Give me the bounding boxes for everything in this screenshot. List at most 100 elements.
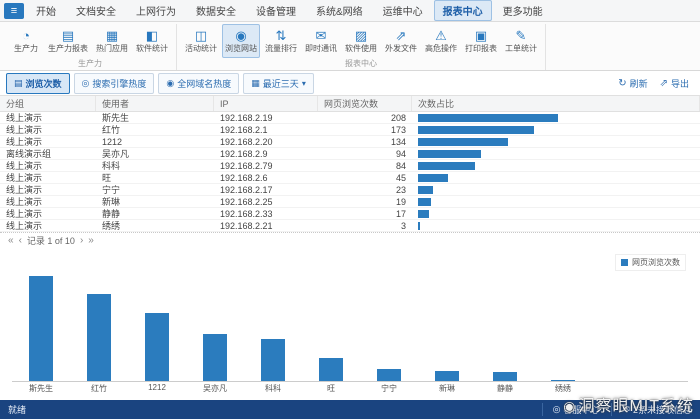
export-button[interactable]: ⇗导出 bbox=[655, 74, 694, 93]
ratio-bar bbox=[418, 138, 508, 146]
cell-count: 3 bbox=[318, 221, 412, 231]
app-menu-button[interactable]: ≡ bbox=[4, 3, 24, 19]
instant-message-icon: ✉ bbox=[316, 28, 327, 43]
col-header-count[interactable]: 网页浏览次数 bbox=[318, 96, 412, 111]
time-filter-dropdown[interactable]: ▦ 最近三天 ▾ bbox=[243, 73, 314, 94]
status-item[interactable]: ✉2条未接收信息 bbox=[611, 403, 692, 416]
ribbon-button[interactable]: ⚠高危操作 bbox=[422, 24, 460, 58]
toolbar-actions: ↻刷新⇗导出 bbox=[613, 74, 694, 93]
col-header-ip[interactable]: IP bbox=[214, 96, 318, 111]
ribbon-button[interactable]: ▣打印报表 bbox=[462, 24, 500, 58]
next-page-button[interactable]: › bbox=[80, 235, 83, 246]
ribbon-button[interactable]: ⇅流量排行 bbox=[262, 24, 300, 58]
subtab-button[interactable]: ◎搜索引擎热度 bbox=[74, 73, 155, 94]
ribbon-button[interactable]: ▦热门应用 bbox=[93, 24, 131, 58]
col-header-user[interactable]: 使用者 bbox=[96, 96, 214, 111]
ribbon-button-label: 软件统计 bbox=[136, 43, 168, 54]
cell-ratio-bar bbox=[412, 150, 700, 158]
status-item-icon: ◎ bbox=[553, 404, 561, 415]
subtabs: ▤浏览次数◎搜索引擎热度◉全网域名热度 bbox=[6, 73, 239, 94]
ribbon-button[interactable]: ◧软件统计 bbox=[133, 24, 171, 58]
ribbon-groups: ◔生产力▤生产力报表▦热门应用◧软件统计生产力◫活动统计◉浏览网站⇅流量排行✉即… bbox=[0, 22, 700, 71]
ratio-bar bbox=[418, 114, 558, 122]
table-header: 分组 使用者 IP 网页浏览次数 次数占比 bbox=[0, 96, 700, 112]
productivity-report-icon: ▤ bbox=[62, 28, 74, 43]
chart-bar[interactable] bbox=[261, 339, 285, 381]
software-usage-icon: ▨ bbox=[355, 28, 367, 43]
refresh-button[interactable]: ↻刷新 bbox=[613, 74, 652, 93]
ribbon-tab[interactable]: 文档安全 bbox=[67, 0, 125, 21]
ribbon-tab[interactable]: 上网行为 bbox=[127, 0, 185, 21]
chart-legend: 网页浏览次数 bbox=[615, 254, 686, 271]
pagination-text: 记录 1 of 10 bbox=[27, 234, 75, 247]
cell-count: 94 bbox=[318, 149, 412, 159]
ratio-bar bbox=[418, 186, 433, 194]
cell-ratio-bar bbox=[412, 198, 700, 206]
table-row[interactable]: 线上演示绣绣192.168.2.213 bbox=[0, 220, 700, 232]
chart-plot-area: 斯先生红竹1212吴亦凡科科旺宁宁新琳静静绣绣 bbox=[12, 270, 688, 382]
chart-x-label: 1212 bbox=[148, 383, 166, 392]
col-header-ratio[interactable]: 次数占比 bbox=[412, 96, 700, 111]
cell-count: 23 bbox=[318, 185, 412, 195]
chart-bar-slot: 绣绣 bbox=[534, 270, 592, 381]
subtab-button[interactable]: ▤浏览次数 bbox=[6, 73, 70, 94]
ribbon-tab[interactable]: 系统&网络 bbox=[307, 0, 372, 21]
cell-ratio-bar bbox=[412, 186, 700, 194]
col-header-group[interactable]: 分组 bbox=[0, 96, 96, 111]
ribbon-group: ◫活动统计◉浏览网站⇅流量排行✉即时通讯▨软件使用⇗外发文件⚠高危操作▣打印报表… bbox=[177, 24, 546, 70]
ratio-bar bbox=[418, 150, 481, 158]
chart-bar[interactable] bbox=[87, 294, 111, 381]
action-label: 导出 bbox=[671, 77, 689, 90]
cell-ip: 192.168.2.79 bbox=[214, 161, 318, 171]
ribbon-button-label: 生产力 bbox=[14, 43, 38, 54]
chart-bar[interactable] bbox=[319, 358, 343, 381]
ribbon-tabbar: ≡ 开始文档安全上网行为数据安全设备管理系统&网络运维中心报表中心更多功能 bbox=[0, 0, 700, 22]
prev-page-button[interactable]: ‹ bbox=[19, 235, 22, 246]
cell-ip: 192.168.2.1 bbox=[214, 125, 318, 135]
ribbon-tab[interactable]: 更多功能 bbox=[494, 0, 552, 21]
ribbon-tab[interactable]: 运维中心 bbox=[374, 0, 432, 21]
cell-count: 17 bbox=[318, 209, 412, 219]
chart-bar[interactable] bbox=[551, 380, 575, 382]
ribbon-tab[interactable]: 设备管理 bbox=[247, 0, 305, 21]
ribbon-button[interactable]: ◫活动统计 bbox=[182, 24, 220, 58]
last-page-button[interactable]: » bbox=[88, 235, 94, 246]
status-item-label: 2条未接收信息 bbox=[633, 403, 692, 416]
ribbon-button[interactable]: ✉即时通讯 bbox=[302, 24, 340, 58]
legend-swatch bbox=[621, 259, 628, 266]
chart-bar[interactable] bbox=[145, 313, 169, 381]
ribbon-button[interactable]: ▤生产力报表 bbox=[45, 24, 91, 58]
cell-ip: 192.168.2.19 bbox=[214, 113, 318, 123]
ribbon-group-caption: 报表中心 bbox=[182, 58, 540, 70]
ribbon-tab[interactable]: 报表中心 bbox=[434, 0, 492, 21]
ratio-bar bbox=[418, 210, 429, 218]
chart-bar[interactable] bbox=[29, 276, 53, 381]
software-stats-icon: ◧ bbox=[146, 28, 158, 43]
first-page-button[interactable]: « bbox=[8, 235, 14, 246]
ribbon-button[interactable]: ✎工单统计 bbox=[502, 24, 540, 58]
cell-user: 红竹 bbox=[96, 123, 214, 136]
ribbon-button[interactable]: ⇗外发文件 bbox=[382, 24, 420, 58]
domain-heat-icon: ◉ bbox=[166, 78, 174, 89]
chart-bar[interactable] bbox=[203, 334, 227, 381]
status-item[interactable]: ◎客服中心 bbox=[542, 403, 600, 416]
subtab-button[interactable]: ◉全网域名热度 bbox=[158, 73, 239, 94]
chart-bar[interactable] bbox=[435, 371, 459, 381]
ribbon-button[interactable]: ▨软件使用 bbox=[342, 24, 380, 58]
ribbon-button[interactable]: ◔生产力 bbox=[9, 24, 43, 58]
chart-bar[interactable] bbox=[377, 369, 401, 381]
ribbon-button-label: 高危操作 bbox=[425, 43, 457, 54]
ribbon-tab[interactable]: 开始 bbox=[27, 0, 65, 21]
chart-bar[interactable] bbox=[493, 372, 517, 381]
chart-bar-slot: 吴亦凡 bbox=[186, 270, 244, 381]
cell-ratio-bar bbox=[412, 126, 700, 134]
cell-ip: 192.168.2.33 bbox=[214, 209, 318, 219]
ratio-bar bbox=[418, 162, 475, 170]
ribbon-tab[interactable]: 数据安全 bbox=[187, 0, 245, 21]
table-row[interactable]: 线上演示红竹192.168.2.1173 bbox=[0, 124, 700, 136]
search-engine-icon: ◎ bbox=[82, 78, 90, 89]
cell-count: 84 bbox=[318, 161, 412, 171]
chart-x-label: 新琳 bbox=[439, 383, 455, 394]
pagination-bar: « ‹ 记录 1 of 10 › » bbox=[0, 232, 700, 248]
ribbon-button[interactable]: ◉浏览网站 bbox=[222, 24, 260, 58]
